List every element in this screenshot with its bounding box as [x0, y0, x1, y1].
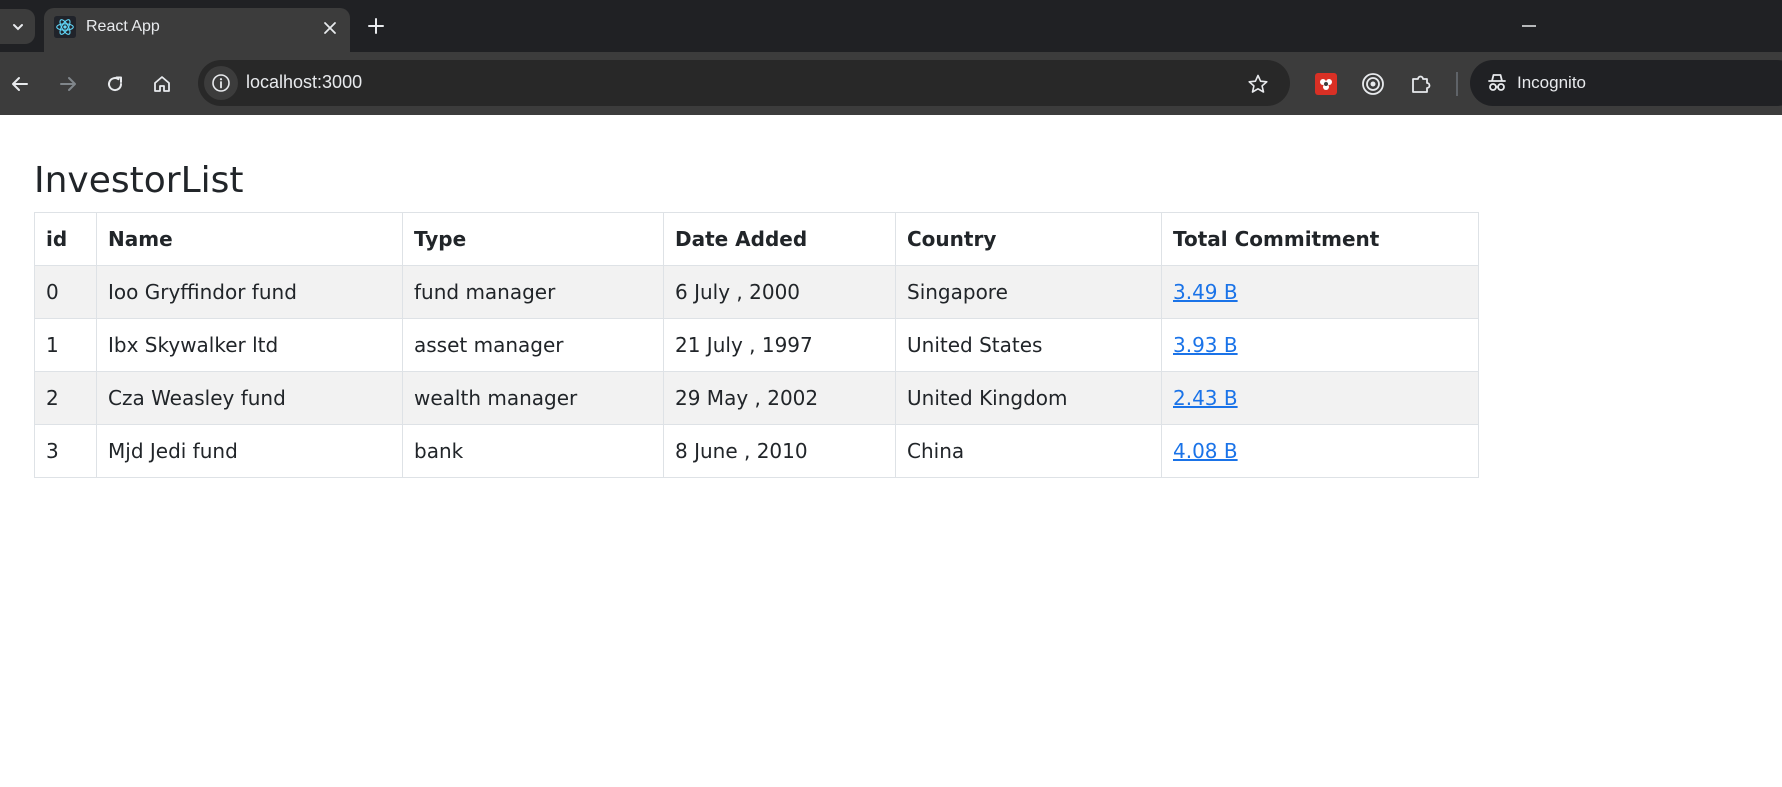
- cell-total-commitment: 4.08 B: [1161, 424, 1479, 478]
- cell-type: wealth manager: [402, 371, 664, 425]
- reload-button[interactable]: [100, 69, 130, 99]
- cell-date-added: 21 July , 1997: [663, 318, 896, 372]
- cell-name: Cza Weasley fund: [96, 371, 403, 425]
- reload-icon: [108, 76, 123, 92]
- browser-tab[interactable]: React App: [44, 8, 350, 52]
- cell-type: asset manager: [402, 318, 664, 372]
- toolbar-divider: [1456, 72, 1458, 96]
- table-row: 1 Ibx Skywalker ltd asset manager 21 Jul…: [34, 318, 1479, 372]
- column-header-name: Name: [96, 212, 403, 266]
- forward-button[interactable]: [53, 69, 83, 99]
- incognito-profile-chip[interactable]: Incognito: [1470, 60, 1782, 106]
- table-body: 0 Ioo Gryffindor fund fund manager 6 Jul…: [34, 265, 1479, 478]
- column-header-country: Country: [895, 212, 1162, 266]
- puzzle-extensions-icon: [1412, 75, 1431, 93]
- cell-date-added: 29 May , 2002: [663, 371, 896, 425]
- column-header-date-added: Date Added: [663, 212, 896, 266]
- url-text: localhost:3000: [246, 72, 363, 92]
- extensions-menu-button[interactable]: [1406, 69, 1436, 99]
- cell-id: 1: [34, 318, 97, 372]
- star-icon: [1248, 74, 1268, 93]
- incognito-icon: [1484, 70, 1510, 96]
- plus-icon: [368, 18, 384, 34]
- header-row: id Name Type Date Added Country Total Co…: [34, 212, 1479, 266]
- back-arrow-icon: [12, 77, 28, 91]
- chevron-down-icon: [12, 23, 23, 30]
- cell-total-commitment: 3.49 B: [1161, 265, 1479, 319]
- investor-table: id Name Type Date Added Country Total Co…: [34, 212, 1479, 478]
- cell-type: bank: [402, 424, 664, 478]
- cell-date-added: 8 June , 2010: [663, 424, 896, 478]
- tab-close-button[interactable]: [319, 17, 341, 39]
- tab-title: React App: [86, 18, 160, 35]
- cell-country: China: [895, 424, 1162, 478]
- close-icon: [324, 22, 336, 34]
- cell-id: 2: [34, 371, 97, 425]
- cell-name: Ibx Skywalker ltd: [96, 318, 403, 372]
- table-row: 2 Cza Weasley fund wealth manager 29 May…: [34, 371, 1479, 425]
- cell-name: Ioo Gryffindor fund: [96, 265, 403, 319]
- table-row: 0 Ioo Gryffindor fund fund manager 6 Jul…: [34, 265, 1479, 319]
- total-commitment-link[interactable]: 4.08 B: [1173, 439, 1238, 463]
- total-commitment-link[interactable]: 3.49 B: [1173, 280, 1238, 304]
- minimize-window-button[interactable]: [1516, 14, 1542, 38]
- new-tab-button[interactable]: [364, 14, 388, 38]
- red-extension-button[interactable]: [1311, 69, 1341, 99]
- browser-toolbar: localhost:3000 Incognito: [0, 52, 1782, 115]
- red-extension-icon: [1315, 73, 1337, 95]
- cell-date-added: 6 July , 2000: [663, 265, 896, 319]
- react-logo-icon: [54, 16, 76, 38]
- cell-id: 3: [34, 424, 97, 478]
- address-bar[interactable]: localhost:3000: [198, 60, 1290, 106]
- cell-total-commitment: 3.93 B: [1161, 318, 1479, 372]
- cell-country: United Kingdom: [895, 371, 1162, 425]
- tab-search-button[interactable]: [0, 9, 35, 44]
- target-extension-button[interactable]: [1358, 69, 1388, 99]
- cell-type: fund manager: [402, 265, 664, 319]
- column-header-id: id: [34, 212, 97, 266]
- bookmark-button[interactable]: [1244, 70, 1272, 98]
- incognito-label: Incognito: [1517, 73, 1586, 92]
- minimize-icon: [1522, 25, 1536, 27]
- column-header-type: Type: [402, 212, 664, 266]
- home-icon: [154, 76, 170, 92]
- total-commitment-link[interactable]: 3.93 B: [1173, 333, 1238, 357]
- cell-country: Singapore: [895, 265, 1162, 319]
- cell-name: Mjd Jedi fund: [96, 424, 403, 478]
- table-header: id Name Type Date Added Country Total Co…: [34, 212, 1479, 266]
- total-commitment-link[interactable]: 2.43 B: [1173, 386, 1238, 410]
- info-icon: [212, 74, 230, 92]
- target-extension-icon: [1362, 73, 1384, 95]
- home-button[interactable]: [147, 69, 177, 99]
- back-button[interactable]: [5, 69, 35, 99]
- cell-country: United States: [895, 318, 1162, 372]
- cell-total-commitment: 2.43 B: [1161, 371, 1479, 425]
- column-header-total-commitment: Total Commitment: [1161, 212, 1479, 266]
- forward-arrow-icon: [60, 77, 76, 91]
- page-title: InvestorList: [34, 160, 244, 201]
- site-info-button[interactable]: [204, 66, 238, 100]
- cell-id: 0: [34, 265, 97, 319]
- browser-tab-bar: React App: [0, 0, 1782, 52]
- table-row: 3 Mjd Jedi fund bank 8 June , 2010 China…: [34, 424, 1479, 478]
